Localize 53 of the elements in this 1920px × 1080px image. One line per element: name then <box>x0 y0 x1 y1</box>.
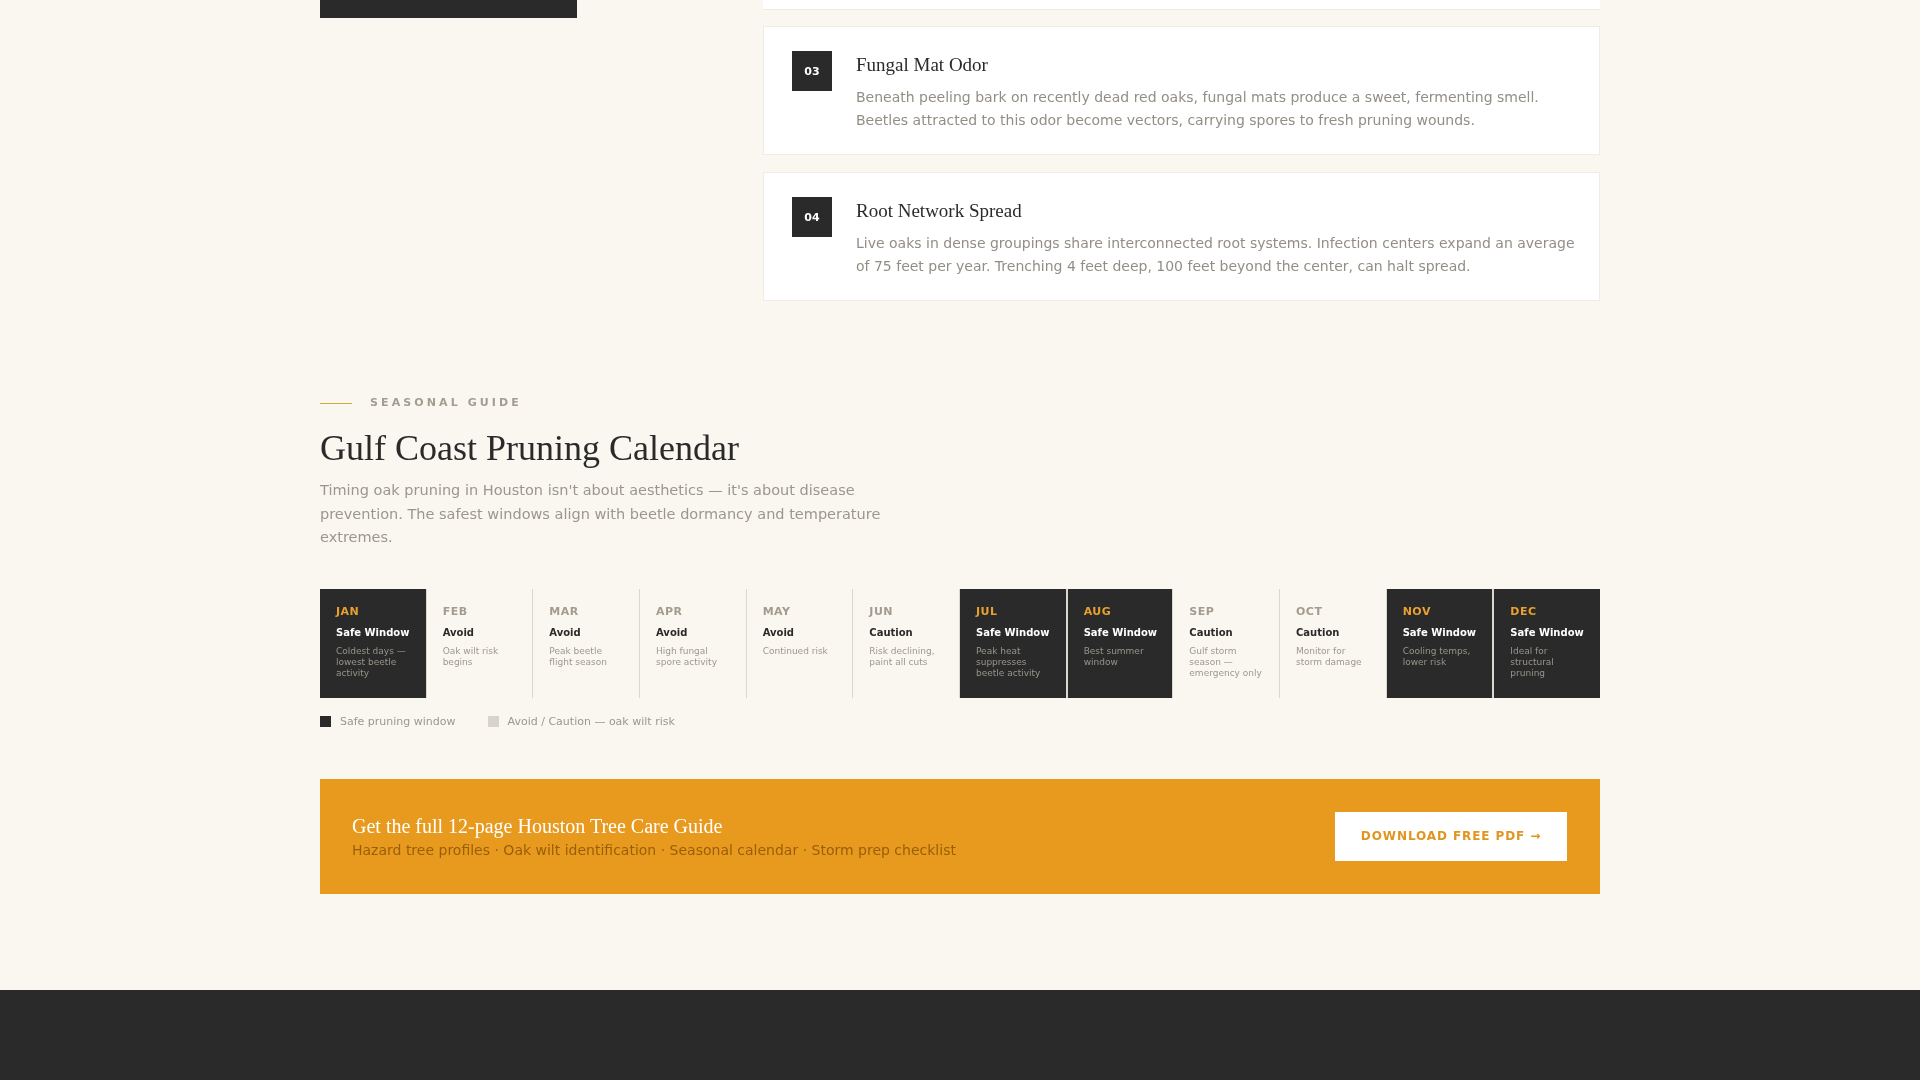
month-label: AUG <box>1083 604 1112 619</box>
section-intro: Timing oak pruning in Houston isn't about aesthetics — it's about disease prevention. The safest windows align with beetle dormancy and temperature extremes. <box>320 481 882 547</box>
status-label: Caution <box>1189 625 1233 640</box>
month-note: Oak wilt risk begins <box>442 645 500 668</box>
month-label: MAY <box>762 604 791 619</box>
status-label: Safe Window <box>1510 625 1584 640</box>
cta-subtitle: Hazard tree profiles · Oak wilt identification · Seasonal calendar · Storm prep checklist <box>352 840 956 860</box>
legend-label: Safe pruning window <box>340 714 456 729</box>
swatch-icon <box>487 716 499 727</box>
month-label: SEP <box>1189 604 1215 619</box>
month-label: DEC <box>1510 604 1537 619</box>
month-label: APR <box>656 604 683 619</box>
month-note: Monitor for storm damage <box>1296 645 1363 668</box>
month-note: Gulf storm season — emergency only <box>1189 645 1263 679</box>
status-label: Avoid <box>762 625 794 640</box>
month-label: JUL <box>976 604 998 619</box>
status-label: Safe Window <box>976 625 1050 640</box>
month-label: MAR <box>549 604 579 619</box>
month-note: Risk declining, paint all cuts <box>869 645 936 668</box>
month-label: NOV <box>1402 604 1431 619</box>
card-title: Root Network Spread <box>856 199 1022 223</box>
month-label: OCT <box>1296 604 1323 619</box>
card-description: Beneath peeling bark on recently dead red oaks, fungal mats produce a sweet, fermenting smell. Beetles attracted to this odor become vectors, carrying spores to fresh pruning wounds. <box>856 88 1540 130</box>
month-note: Ideal for structural pruning <box>1510 645 1555 679</box>
section-title: Gulf Coast Pruning Calendar <box>320 427 739 470</box>
card-description: Live oaks in dense groupings share interconnected root systems. Infection centers expand an average of 75 feet per year. Trenching 4 feet deep, 100 feet beyond the center, can halt spread. <box>856 234 1576 276</box>
month-label: JUN <box>869 604 894 619</box>
download-button[interactable]: DOWNLOAD FREE PDF → <box>1335 811 1567 861</box>
card-title: Fungal Mat Odor <box>856 53 988 77</box>
month-note: Peak heat suppresses beetle activity <box>976 645 1042 679</box>
month-note: Best summer window <box>1083 645 1145 668</box>
month-label: JAN <box>336 604 360 619</box>
month-note: Cooling temps, lower risk <box>1402 645 1472 668</box>
number-badge: 04 <box>792 197 832 237</box>
status-label: Avoid <box>442 625 474 640</box>
status-label: Caution <box>1296 625 1340 640</box>
number-badge: 03 <box>792 51 832 91</box>
swatch-icon <box>320 716 331 727</box>
status-label: Safe Window <box>336 625 410 640</box>
month-note: High fungal spore activity <box>656 645 718 668</box>
status-label: Caution <box>869 625 913 640</box>
cropped-button[interactable] <box>320 0 577 18</box>
month-note: Continued risk <box>762 645 828 657</box>
section-eyebrow: SEASONAL GUIDE <box>370 396 522 410</box>
status-label: Safe Window <box>1402 625 1477 640</box>
legend-label: Avoid / Caution — oak wilt risk <box>507 714 675 729</box>
cta-title: Get the full 12-page Houston Tree Care Guide <box>352 813 723 839</box>
month-note: Peak beetle flight season <box>549 645 608 668</box>
status-label: Safe Window <box>1083 625 1158 640</box>
status-label: Avoid <box>656 625 688 640</box>
month-note: Coldest days — lowest beetle activity <box>336 645 407 679</box>
month-label: FEB <box>442 604 468 619</box>
status-label: Avoid <box>549 625 581 640</box>
